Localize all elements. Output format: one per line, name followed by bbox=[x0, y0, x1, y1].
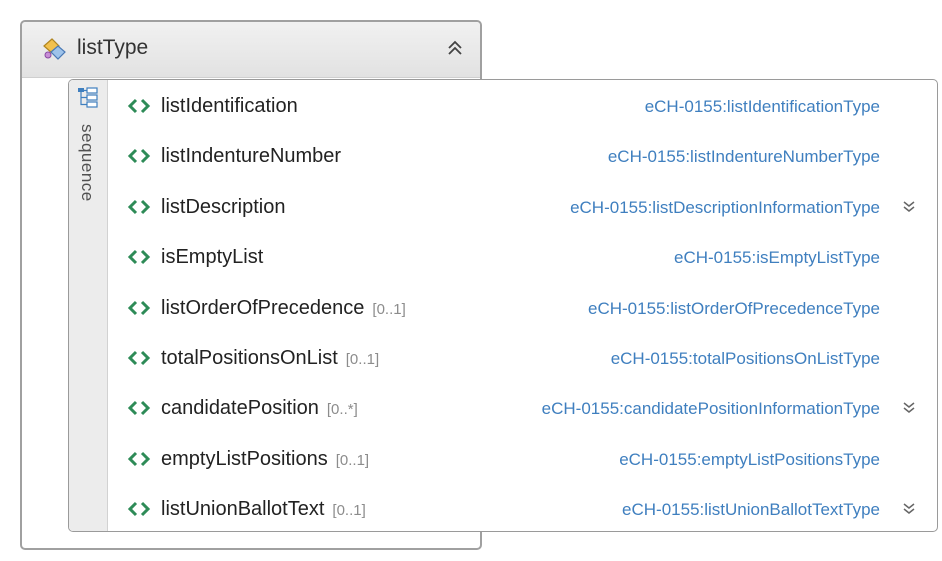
element-name: listOrderOfPrecedence [0..1] bbox=[161, 297, 406, 320]
element-name: emptyListPositions [0..1] bbox=[161, 448, 369, 471]
element-name: listUnionBallotText [0..1] bbox=[161, 498, 366, 521]
element-name: totalPositionsOnList [0..1] bbox=[161, 347, 379, 370]
element-cardinality: [0..1] bbox=[335, 451, 370, 469]
sequence-label: sequence bbox=[78, 124, 97, 202]
complex-type-header[interactable]: listType bbox=[22, 22, 480, 78]
element-icon bbox=[127, 199, 151, 214]
element-name-text: isEmptyList bbox=[161, 246, 264, 269]
element-type-link[interactable]: eCH-0155:totalPositionsOnListType bbox=[611, 349, 880, 369]
element-icon bbox=[127, 401, 151, 416]
element-icon bbox=[127, 250, 151, 265]
element-name-text: totalPositionsOnList bbox=[161, 347, 338, 369]
element-row[interactable]: totalPositionsOnList [0..1] eCH-0155:total… bbox=[127, 338, 927, 378]
element-type-link[interactable]: eCH-0155:listOrderOfPrecedenceType bbox=[588, 299, 880, 319]
element-cardinality: [0..1] bbox=[345, 351, 380, 368]
double-chevron-down-icon[interactable] bbox=[901, 501, 917, 517]
element-type-link[interactable]: eCH-0155:listIdentificationType bbox=[645, 97, 880, 117]
element-name-text: listDescription bbox=[161, 195, 286, 218]
sequence-icon bbox=[78, 87, 98, 108]
element-row[interactable]: emptyListPositions [0..1] eCH-0155:emptyLi… bbox=[127, 439, 927, 479]
element-type-link[interactable]: eCH-0155:emptyListPositionsType bbox=[619, 450, 880, 470]
element-name-text: listIdentification bbox=[161, 95, 298, 117]
element-name-text: emptyListPositions bbox=[161, 447, 328, 470]
element-row[interactable]: isEmptyList eCH-0155:isEmptyListType bbox=[127, 237, 927, 277]
sequence-panel: sequence listIdentification eCH-0155:list… bbox=[68, 79, 938, 532]
element-icon bbox=[127, 149, 151, 164]
element-icon bbox=[127, 451, 151, 466]
element-cardinality: [0..1] bbox=[372, 300, 406, 318]
element-name-text: listIndentureNumber bbox=[161, 145, 342, 168]
element-name: candidatePosition [0..*] bbox=[161, 397, 358, 420]
double-chevron-down-icon[interactable] bbox=[901, 400, 917, 416]
element-icon bbox=[127, 502, 151, 517]
element-type-link[interactable]: eCH-0155:listDescriptionInformationType bbox=[570, 198, 880, 218]
element-type-link[interactable]: eCH-0155:listUnionBallotTextType bbox=[622, 500, 880, 520]
element-row[interactable]: listDescription eCH-0155:listDescriptionI… bbox=[127, 187, 927, 227]
element-row[interactable]: listOrderOfPrecedence [0..1] eCH-0155:list… bbox=[127, 288, 927, 328]
element-icon bbox=[127, 98, 151, 114]
element-icon bbox=[127, 350, 151, 366]
double-chevron-down-icon[interactable] bbox=[901, 199, 917, 215]
complex-type-icon bbox=[43, 38, 66, 60]
element-name: listDescription bbox=[161, 196, 285, 219]
sequence-strip[interactable]: sequence bbox=[69, 80, 108, 531]
element-row[interactable]: listIndentureNumber eCH-0155:listIndentur… bbox=[127, 136, 927, 176]
element-name-text: listOrderOfPrecedence bbox=[161, 296, 365, 319]
element-name: listIndentureNumber bbox=[161, 145, 341, 168]
element-cardinality: [0..*] bbox=[326, 401, 358, 419]
type-name: listType bbox=[77, 36, 149, 59]
element-name: isEmptyList bbox=[161, 246, 263, 269]
element-name-text: candidatePosition bbox=[161, 397, 319, 420]
element-name-text: listUnionBallotText bbox=[161, 498, 325, 521]
element-type-link[interactable]: eCH-0155:isEmptyListType bbox=[674, 248, 880, 268]
double-chevron-up-icon[interactable] bbox=[444, 36, 466, 60]
element-type-link[interactable]: eCH-0155:candidatePositionInformationTyp… bbox=[542, 399, 880, 419]
element-row[interactable]: listIdentification eCH-0155:listIdentific… bbox=[127, 86, 927, 126]
element-name: listIdentification bbox=[161, 95, 298, 118]
element-row[interactable]: candidatePosition [0..*] eCH-0155:candidat… bbox=[127, 388, 927, 428]
element-icon bbox=[127, 300, 151, 315]
element-cardinality: [0..1] bbox=[332, 502, 366, 520]
element-type-link[interactable]: eCH-0155:listIndentureNumberType bbox=[608, 147, 880, 167]
element-row[interactable]: listUnionBallotText [0..1] eCH-0155:listUn… bbox=[127, 489, 927, 529]
